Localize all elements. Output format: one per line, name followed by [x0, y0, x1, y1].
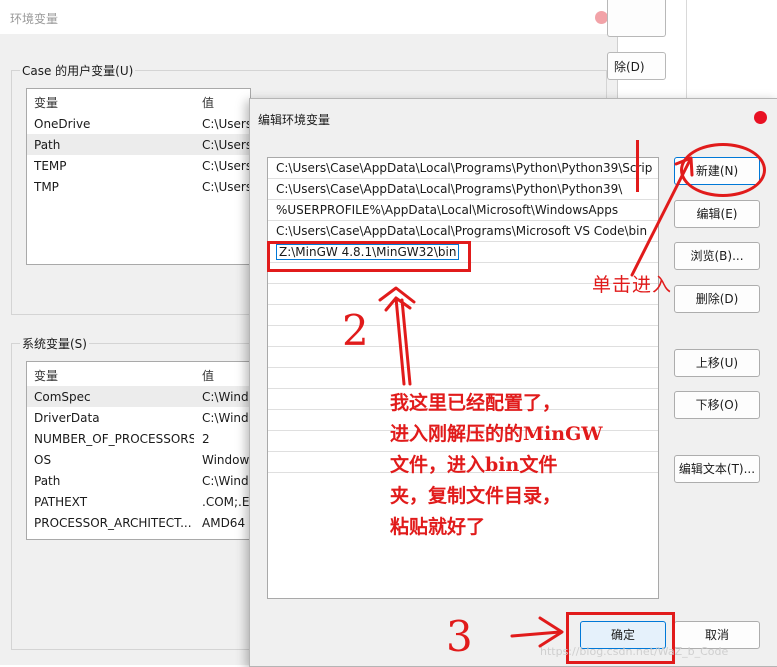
highlight-new-button: [680, 143, 766, 197]
annotation-note: 我这里已经配置了， 进入刚解压的的MinGW 文件，进入bin文件 夹，复制文件…: [390, 388, 650, 543]
annotation-step-3: 3: [446, 612, 473, 661]
annotation-step-2: 2: [342, 306, 369, 355]
annotation-click-to-enter: 单击进入: [592, 274, 673, 296]
arrow-to-bin-path: [384, 296, 412, 386]
highlight-bin-path: [267, 241, 471, 272]
annotation-arrows: [378, 156, 694, 648]
annotation-note-line: 进入刚解压的的MinGW: [390, 423, 603, 445]
watermark: https://blog.csdn.net/WaZ_b_Code: [540, 645, 729, 658]
arrow-to-ok-button: [510, 630, 562, 638]
annotation-note-line: 粘贴就好了: [390, 516, 486, 538]
annotation-note-line: 夹，复制文件目录，: [390, 485, 562, 507]
annotation-note-line: 我这里已经配置了，: [390, 392, 562, 414]
annotation-tick: [636, 140, 639, 192]
annotation-note-line: 文件，进入bin文件: [390, 454, 558, 476]
